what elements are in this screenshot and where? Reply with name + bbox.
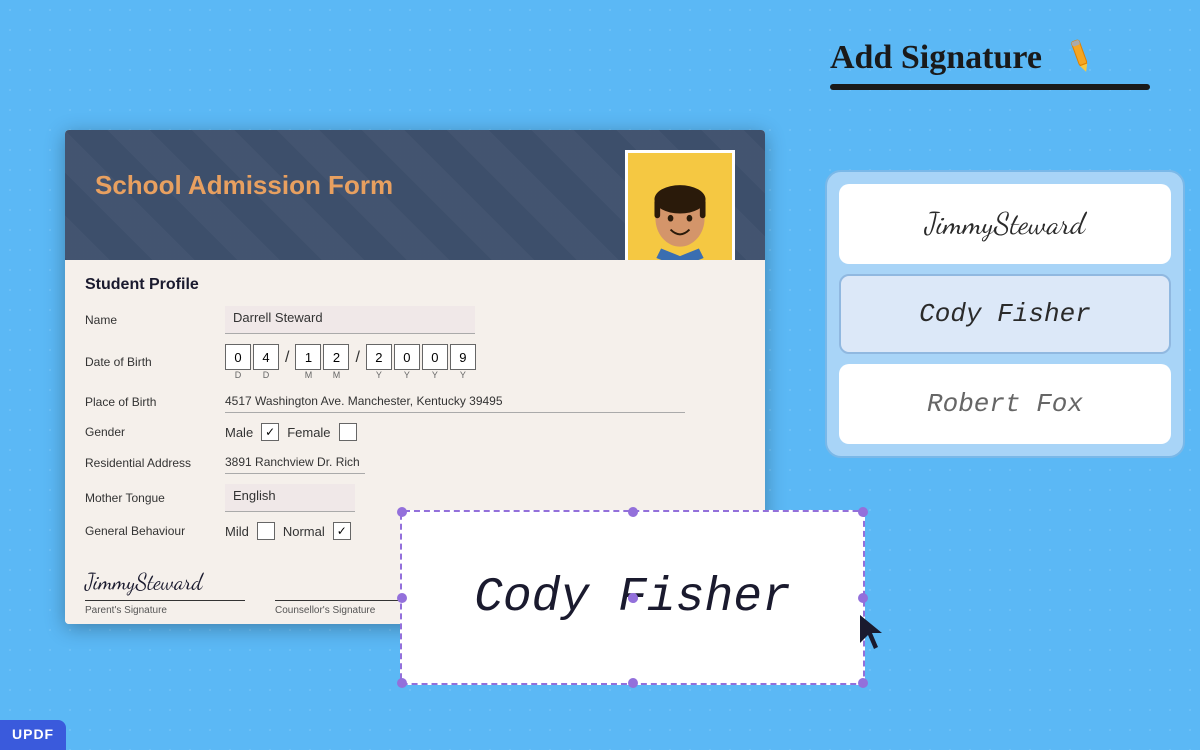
- dob-box-1[interactable]: 0: [225, 344, 251, 370]
- signature-robert-text: Robert Fox: [927, 389, 1083, 419]
- resize-handle-tr[interactable]: [858, 507, 868, 517]
- dob-y1: 2 Y: [366, 344, 392, 380]
- updf-label: UPDF: [12, 726, 54, 742]
- gender-female-label: Female: [287, 425, 330, 440]
- pob-input[interactable]: 4517 Washington Ave. Manchester, Kentuck…: [225, 390, 685, 413]
- tongue-label: Mother Tongue: [85, 491, 215, 505]
- dob-box-6[interactable]: 0: [394, 344, 420, 370]
- resize-handle-tm[interactable]: [628, 507, 638, 517]
- gender-row: Gender Male ✓ Female: [85, 423, 745, 441]
- dob-box-2[interactable]: 4: [253, 344, 279, 370]
- dob-label: Date of Birth: [85, 355, 215, 369]
- dob-m1: 1 M: [295, 344, 321, 380]
- dob-row: Date of Birth 0 D 4 D / 1 M 2 M: [85, 344, 745, 380]
- behaviour-normal-label: Normal: [283, 524, 325, 539]
- resize-handle-bl[interactable]: [397, 678, 407, 688]
- dob-boxes: 0 D 4 D / 1 M 2 M / 2: [225, 344, 476, 380]
- pencil-icon: [1060, 35, 1100, 80]
- tongue-row: Mother Tongue English: [85, 484, 745, 512]
- pob-label: Place of Birth: [85, 395, 215, 409]
- address-label: Residential Address: [85, 456, 215, 470]
- gender-label: Gender: [85, 425, 215, 439]
- gender-male-checkbox[interactable]: ✓: [261, 423, 279, 441]
- signature-cody-text: Cody Fisher: [919, 299, 1091, 329]
- dob-box-5[interactable]: 2: [366, 344, 392, 370]
- resize-handle-bm[interactable]: [628, 678, 638, 688]
- counsellor-signature-caption: Counsellor's Signature: [275, 605, 375, 616]
- signature-option-jimmy[interactable]: JimmySteward: [839, 184, 1171, 264]
- behaviour-normal-checkbox[interactable]: ✓: [333, 522, 351, 540]
- name-label: Name: [85, 313, 215, 327]
- resize-handle-br[interactable]: [858, 678, 868, 688]
- gender-options: Male ✓ Female: [225, 423, 357, 441]
- add-signature-title: Add Signature: [830, 39, 1042, 77]
- address-input[interactable]: 3891 Ranchview Dr. Rich: [225, 451, 365, 474]
- dob-y3: 0 Y: [422, 344, 448, 380]
- signature-option-robert[interactable]: Robert Fox: [839, 364, 1171, 444]
- signature-jimmy-text: JimmySteward: [925, 206, 1085, 242]
- address-row: Residential Address 3891 Ranchview Dr. R…: [85, 451, 745, 474]
- add-signature-header: Add Signature: [830, 35, 1150, 90]
- dob-y4: 9 Y: [450, 344, 476, 380]
- dob-box-3[interactable]: 1: [295, 344, 321, 370]
- signature-option-cody[interactable]: Cody Fisher: [839, 274, 1171, 354]
- parent-signature-block: JimmySteward Parent's Signature: [85, 570, 245, 616]
- behaviour-label: General Behaviour: [85, 524, 215, 538]
- tongue-input[interactable]: English: [225, 484, 355, 512]
- gender-male-label: Male: [225, 425, 253, 440]
- behaviour-mild-checkbox[interactable]: [257, 522, 275, 540]
- underline-decoration: [830, 84, 1150, 90]
- dob-y2: 0 Y: [394, 344, 420, 380]
- form-header: School Admission Form: [65, 130, 765, 260]
- cursor-arrow: [860, 615, 890, 655]
- dob-box-7[interactable]: 0: [422, 344, 448, 370]
- signature-overlay-box[interactable]: Cody Fisher: [400, 510, 865, 685]
- dob-d2: 4 D: [253, 344, 279, 380]
- dob-d1: 0 D: [225, 344, 251, 380]
- dob-box-4[interactable]: 2: [323, 344, 349, 370]
- gender-female-checkbox[interactable]: [339, 423, 357, 441]
- dob-box-8[interactable]: 9: [450, 344, 476, 370]
- dob-m2: 2 M: [323, 344, 349, 380]
- resize-handle-mr[interactable]: [858, 593, 868, 603]
- section-title: Student Profile: [85, 276, 745, 294]
- pob-row: Place of Birth 4517 Washington Ave. Manc…: [85, 390, 745, 413]
- behaviour-options: Mild Normal ✓: [225, 522, 351, 540]
- signature-panel: JimmySteward Cody Fisher Robert Fox: [825, 170, 1185, 458]
- overlay-signature-text: Cody Fisher: [474, 571, 791, 625]
- parent-signature-caption: Parent's Signature: [85, 605, 167, 616]
- name-input[interactable]: Darrell Steward: [225, 306, 475, 334]
- name-row: Name Darrell Steward: [85, 306, 745, 334]
- parent-signature-line: [85, 600, 245, 601]
- student-photo: [625, 150, 735, 260]
- updf-logo: UPDF: [0, 720, 66, 750]
- resize-handle-ml[interactable]: [397, 593, 407, 603]
- parent-signature-script: JimmySteward: [85, 570, 202, 600]
- form-title: School Admission Form: [95, 170, 735, 201]
- resize-handle-tl[interactable]: [397, 507, 407, 517]
- behaviour-mild-label: Mild: [225, 524, 249, 539]
